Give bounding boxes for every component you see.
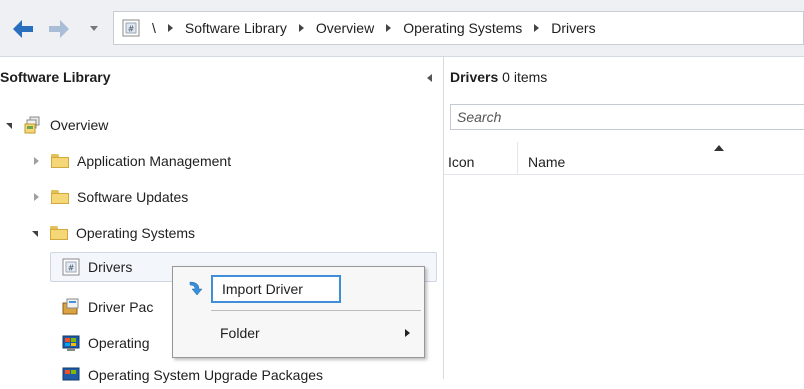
address-bar: # \ Software Library Overview Operating … xyxy=(0,0,804,57)
menu-item-label: Folder xyxy=(220,325,260,341)
tree-item-software-updates[interactable]: Software Updates xyxy=(34,183,188,211)
overview-icon xyxy=(24,116,40,134)
breadcrumb-operating-systems[interactable]: Operating Systems xyxy=(403,20,522,36)
tree-item-operating-system-images[interactable]: Operating xyxy=(62,329,149,357)
breadcrumb-separator-icon[interactable] xyxy=(386,24,392,32)
column-divider[interactable] xyxy=(517,142,518,174)
search-placeholder: Search xyxy=(457,109,502,125)
chevron-down-icon xyxy=(90,26,98,31)
breadcrumb-software-library[interactable]: Software Library xyxy=(185,20,287,36)
forward-button[interactable] xyxy=(44,14,74,44)
breadcrumb-separator-icon[interactable] xyxy=(534,24,540,32)
folder-icon xyxy=(50,226,68,240)
details-title-node: Drivers xyxy=(450,69,499,85)
forward-arrow-icon xyxy=(49,20,69,38)
svg-text:#: # xyxy=(68,264,75,273)
breadcrumb-root[interactable]: \ xyxy=(152,20,156,36)
tree-item-operating-systems[interactable]: Operating Systems xyxy=(32,219,195,247)
tree-item-label: Operating System Upgrade Packages xyxy=(88,367,324,383)
tree-item-label: Operating xyxy=(88,335,150,351)
collapse-pane-icon[interactable] xyxy=(427,74,432,82)
submenu-arrow-icon xyxy=(405,329,410,337)
details-pane: Drivers 0 items Search Icon Name xyxy=(444,57,804,379)
back-arrow-icon xyxy=(13,20,33,38)
tree-item-label: Software Updates xyxy=(77,189,189,205)
drivers-icon: # xyxy=(62,258,80,276)
breadcrumb-separator-icon[interactable] xyxy=(298,24,304,32)
tree-item-driver-packages[interactable]: Driver Pac xyxy=(62,293,153,321)
tree-item-overview[interactable]: Overview xyxy=(6,111,108,139)
software-library-icon: # xyxy=(122,19,140,37)
breadcrumb-separator-icon[interactable] xyxy=(167,24,173,32)
search-input[interactable]: Search xyxy=(450,104,804,130)
collapsed-icon[interactable] xyxy=(34,193,39,201)
svg-text:#: # xyxy=(128,25,135,34)
menu-item-folder[interactable]: Folder xyxy=(220,325,260,341)
context-menu: Import Driver Folder xyxy=(172,266,425,358)
details-title: Drivers 0 items xyxy=(450,69,547,85)
expanded-icon[interactable] xyxy=(6,123,12,129)
tree-item-application-management[interactable]: Application Management xyxy=(34,147,231,175)
import-arrow-icon xyxy=(189,281,203,296)
driver-package-icon xyxy=(62,298,79,315)
os-image-icon xyxy=(62,335,80,351)
tree-item-label: Application Management xyxy=(77,153,232,169)
folder-icon xyxy=(51,190,69,204)
tree-item-label: Driver Pac xyxy=(88,299,154,315)
breadcrumb-overview[interactable]: Overview xyxy=(316,20,374,36)
menu-item-import-driver[interactable]: Import Driver xyxy=(211,275,341,303)
menu-separator xyxy=(211,310,421,311)
tree-item-label: Overview xyxy=(50,117,109,133)
menu-item-label: Import Driver xyxy=(222,281,303,297)
item-count: 0 items xyxy=(502,69,548,85)
tree-item-drivers[interactable]: # Drivers xyxy=(62,253,132,281)
sort-ascending-icon xyxy=(714,145,724,151)
os-upgrade-package-icon xyxy=(62,367,80,381)
collapsed-icon[interactable] xyxy=(34,157,39,165)
folder-icon xyxy=(51,154,69,168)
column-header-row: Icon Name xyxy=(444,142,804,175)
breadcrumb: # \ Software Library Overview Operating … xyxy=(113,11,804,45)
history-dropdown-button[interactable] xyxy=(86,14,102,44)
expanded-icon[interactable] xyxy=(32,231,38,237)
breadcrumb-drivers[interactable]: Drivers xyxy=(551,20,595,36)
back-button[interactable] xyxy=(8,14,38,44)
tree-item-label: Drivers xyxy=(88,259,133,275)
tree-item-os-upgrade-packages[interactable]: Operating System Upgrade Packages xyxy=(62,361,323,389)
tree-item-label: Operating Systems xyxy=(76,225,196,241)
column-header-icon[interactable]: Icon xyxy=(448,154,474,170)
pane-title: Software Library xyxy=(0,69,111,85)
column-header-name[interactable]: Name xyxy=(528,154,565,170)
